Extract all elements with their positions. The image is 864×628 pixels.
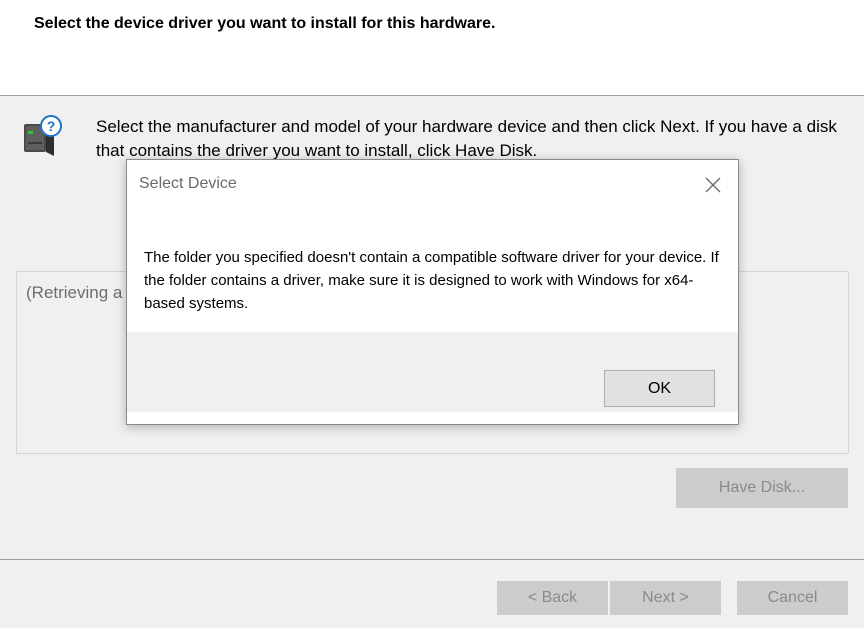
- cancel-button[interactable]: Cancel: [737, 581, 848, 615]
- list-status-text: (Retrieving a: [26, 283, 123, 302]
- close-icon[interactable]: [701, 173, 725, 197]
- wizard-header: Select the device driver you want to ins…: [0, 0, 864, 96]
- svg-text:?: ?: [47, 118, 56, 134]
- dialog-footer: OK: [127, 332, 738, 412]
- select-device-dialog: Select Device The folder you specified d…: [126, 159, 739, 425]
- dialog-title: Select Device: [139, 175, 237, 192]
- next-button[interactable]: Next >: [610, 581, 721, 615]
- back-button[interactable]: < Back: [497, 581, 608, 615]
- dialog-message: The folder you specified doesn't contain…: [144, 249, 719, 312]
- instruction-text: Select the manufacturer and model of you…: [96, 117, 837, 160]
- hardware-question-icon: ?: [22, 114, 66, 158]
- dialog-titlebar[interactable]: Select Device: [127, 160, 738, 208]
- have-disk-button[interactable]: Have Disk...: [676, 468, 848, 508]
- wizard-title: Select the device driver you want to ins…: [34, 15, 496, 32]
- ok-button[interactable]: OK: [604, 370, 715, 407]
- footer-divider: [0, 559, 864, 560]
